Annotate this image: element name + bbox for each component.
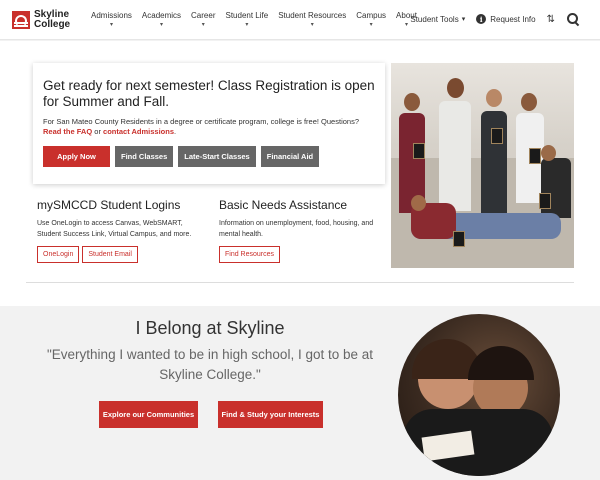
main-content: Get ready for next semester! Class Regis… <box>0 41 600 306</box>
student-email-button[interactable]: Student Email <box>82 246 138 263</box>
student-logins-buttons: OneLogin Student Email <box>37 246 202 263</box>
registration-buttons: Apply Now Find Classes Late-Start Classe… <box>43 146 375 167</box>
student-tools-label: Student Tools <box>410 14 459 24</box>
nav-admissions[interactable]: Admissions ▾ <box>91 11 132 29</box>
student-logins-title: mySMCCD Student Logins <box>37 198 181 212</box>
students-circle-photo <box>398 314 560 476</box>
info-icon: i <box>476 14 487 24</box>
nav-career[interactable]: Career ▾ <box>191 11 215 29</box>
contact-admissions-link[interactable]: contact Admissions <box>103 127 174 136</box>
belong-quote: "Everything I wanted to be in high schoo… <box>47 347 373 382</box>
students-group-photo <box>391 63 574 268</box>
nav-student-life[interactable]: Student Life ▾ <box>225 11 268 29</box>
nav-student-resources[interactable]: Student Resources ▾ <box>278 11 346 29</box>
basic-needs-text: Information on unemployment, food, housi… <box>219 220 374 238</box>
section-divider <box>26 282 574 283</box>
chevron-down-icon: ▾ <box>109 22 113 28</box>
find-resources-button[interactable]: Find Resources <box>219 246 281 263</box>
skyline-logo-icon <box>12 11 30 29</box>
registration-title: Get ready for next semester! Class Regis… <box>43 78 375 109</box>
search-button[interactable] <box>566 12 600 26</box>
student-tools-menu[interactable]: Student Tools ▾ <box>410 15 465 24</box>
nav-academics[interactable]: Academics ▾ <box>142 11 181 29</box>
student-logins-section: mySMCCD Student Logins Use OneLogin to a… <box>37 198 202 263</box>
explore-communities-button[interactable]: Explore our Communities <box>99 401 198 428</box>
basic-needs-section: Basic Needs Assistance Information on un… <box>219 198 379 263</box>
chevron-down-icon: ▾ <box>159 22 163 28</box>
basic-needs-title: Basic Needs Assistance <box>219 198 348 212</box>
apply-now-button[interactable]: Apply Now <box>43 146 110 167</box>
site-header: Skyline College Admissions ▾ Academics ▾ C… <box>0 0 600 40</box>
find-classes-button[interactable]: Find Classes <box>115 146 174 167</box>
registration-text: For San Mateo County Residents in a degr… <box>43 117 359 136</box>
sort-icon: ⇅ <box>546 13 555 25</box>
onelogin-button[interactable]: OneLogin <box>37 246 80 263</box>
caret-down-icon: ▾ <box>461 16 466 23</box>
header-tools: Student Tools ▾ i Request Info ⇅ <box>410 12 600 26</box>
request-info-link[interactable]: i Request Info <box>476 14 536 24</box>
registration-card: Get ready for next semester! Class Regis… <box>33 63 385 184</box>
chevron-down-icon: ▾ <box>245 22 249 28</box>
faq-link[interactable]: Read the FAQ <box>43 127 92 136</box>
basic-needs-buttons: Find Resources <box>219 246 379 263</box>
chevron-down-icon: ▾ <box>310 22 314 28</box>
belong-title: I Belong at Skyline <box>135 318 285 338</box>
logo-text: Skyline College <box>34 10 70 30</box>
sort-button[interactable]: ⇅ <box>547 14 555 25</box>
search-icon <box>566 12 580 26</box>
chevron-down-icon: ▾ <box>201 22 205 28</box>
financial-aid-button[interactable]: Financial Aid <box>260 146 320 167</box>
chevron-down-icon: ▾ <box>369 22 373 28</box>
skyline-logo[interactable]: Skyline College <box>12 10 70 30</box>
late-start-classes-button[interactable]: Late-Start Classes <box>178 146 256 167</box>
student-logins-text: Use OneLogin to access Canvas, WebSMART,… <box>37 220 192 238</box>
find-study-interests-button[interactable]: Find & Study your Interests <box>218 401 323 428</box>
logo-line-2: College <box>34 19 71 30</box>
request-info-label: Request Info <box>490 14 536 24</box>
nav-campus[interactable]: Campus ▾ <box>356 11 386 29</box>
main-nav: Admissions ▾ Academics ▾ Career ▾ Student L… <box>91 11 427 29</box>
